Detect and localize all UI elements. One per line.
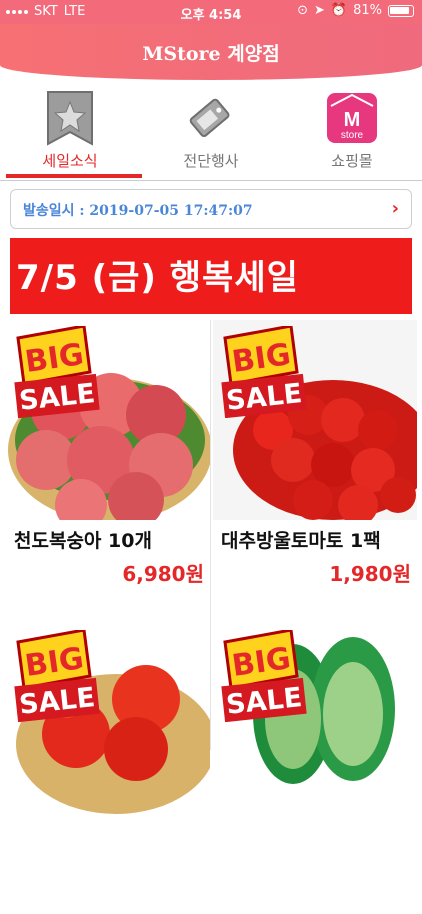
grid-divider [210,320,211,750]
big-sale-badge: BIG SALE [221,630,307,722]
alarm-icon: ⏰ [330,3,348,18]
page-title: MStore 계양점 [142,43,280,65]
tab-divider [0,180,422,181]
mstore-icon-text-m: M [344,109,361,131]
product-image: BIG SALE [6,320,210,520]
send-date-text: 발송일시 : 2019-07-05 17:47:07 [23,203,253,219]
sale-banner-text: 7/5 (금) 행복세일 [16,258,299,298]
big-sale-badge: BIG SALE [14,630,100,722]
star-tag-icon [47,91,93,146]
product-price: 1,980원 [329,562,411,586]
lock-rotation-icon: ⊙ [297,3,308,18]
tab-bar: 세일소식 전단행사 M store 쇼핑몰 [0,84,422,180]
product-card[interactable]: BIG SALE 대추방울토마토 1팩 1,980원 [213,320,417,610]
chevron-right-icon: › [391,198,399,219]
product-name: 천도복숭아 10개 [14,530,152,552]
tab-shopping-mall[interactable]: M store 쇼핑몰 [282,84,422,180]
product-image: BIG SALE [6,624,210,824]
tab-label: 쇼핑몰 [331,152,373,170]
active-tab-indicator [6,174,142,178]
location-icon: ➤ [314,3,325,18]
send-date-row[interactable]: 발송일시 : 2019-07-05 17:47:07 › [10,189,412,229]
mstore-shop-icon: M store [327,93,377,143]
product-price: 6,980원 [122,562,204,586]
sale-banner: 7/5 (금) 행복세일 [10,238,412,314]
status-bar: SKT LTE 오후 4:54 ⊙ ➤ ⏰ 81% [0,0,422,24]
tab-sale-news[interactable]: 세일소식 [0,84,142,180]
app-header: MStore 계양점 [0,24,422,80]
product-card[interactable]: BIG SALE 천도복숭아 10개 6,980원 [6,320,210,610]
tab-flyer-events[interactable]: 전단행사 [141,84,281,180]
product-image: BIG SALE [213,320,417,520]
product-name: 대추방울토마토 1팩 [221,530,381,552]
product-image: BIG SALE [213,624,417,824]
product-card[interactable]: BIG SALE [6,624,210,914]
big-sale-badge: BIG SALE [14,326,100,418]
battery-icon [388,4,414,17]
tab-label: 세일소식 [42,152,98,170]
mstore-icon-text-store: store [341,130,364,141]
battery-percent: 81% [353,3,382,18]
tab-label: 전단행사 [183,152,239,170]
price-tag-icon [189,98,230,138]
product-card[interactable]: BIG SALE [213,624,417,914]
big-sale-badge: BIG SALE [221,326,307,418]
